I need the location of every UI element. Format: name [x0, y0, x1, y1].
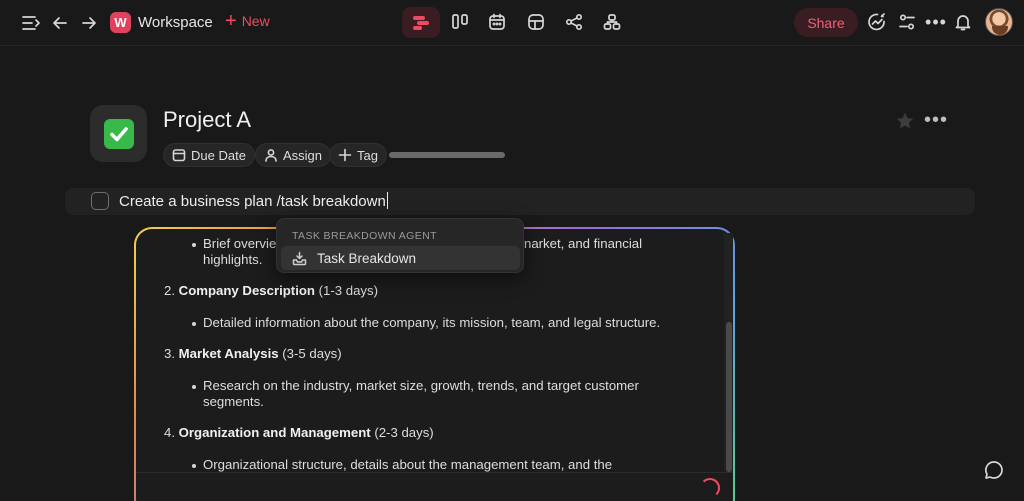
bullet-dot [192, 243, 196, 247]
item-duration: (1-3 days) [318, 283, 379, 298]
workspace-badge[interactable]: W [110, 12, 131, 33]
bullet-dot [192, 464, 196, 468]
analytics-icon[interactable] [867, 12, 887, 32]
check-mark-icon [103, 118, 134, 149]
item-duration: (2-3 days) [374, 425, 434, 440]
text-caret [386, 192, 388, 209]
bullet-text: Brief overvie [203, 236, 277, 251]
bullet-text: segments. [203, 394, 264, 409]
bullet-dot [192, 385, 196, 389]
tag-label: Tag [357, 147, 378, 163]
plus-icon: + [225, 10, 237, 32]
bullet-text: Organizational structure, details about … [203, 457, 613, 472]
bell-icon[interactable] [953, 12, 973, 32]
new-button[interactable]: + New [225, 10, 270, 32]
item-title: Market Analysis [178, 346, 279, 361]
more-icon[interactable]: ••• [925, 12, 946, 32]
bullet-text: Detailed information about the company, … [203, 315, 661, 330]
calendar-icon [172, 149, 186, 162]
inbox-download-icon [292, 251, 307, 265]
task-text: Create a business plan /task breakdown [119, 193, 386, 210]
top-bar: W Workspace + New Share ••• [0, 0, 1024, 46]
project-more-icon[interactable]: ••• [924, 110, 948, 130]
workspace-name[interactable]: Workspace [138, 14, 213, 31]
filter-settings-icon[interactable] [897, 12, 917, 32]
ai-panel-divider [136, 472, 733, 473]
assign-chip[interactable]: Assign [255, 143, 332, 167]
loading-spinner-icon [700, 478, 720, 498]
forward-arrow-icon[interactable] [80, 13, 98, 33]
agent-dropdown: TASK BREAKDOWN AGENT Task Breakdown [276, 218, 524, 273]
item-number: 2. [164, 283, 175, 298]
plus-icon [338, 148, 352, 162]
task-breakdown-label: Task Breakdown [317, 250, 417, 266]
project-progress-bar [389, 152, 505, 158]
project-title[interactable]: Project A [163, 107, 251, 133]
hierarchy-icon[interactable] [602, 12, 622, 32]
bullet-text: highlights. [203, 252, 263, 267]
dropdown-heading: TASK BREAKDOWN AGENT [292, 230, 437, 242]
task-breakdown-option[interactable]: Task Breakdown [281, 246, 520, 270]
bullet-dot [192, 322, 196, 326]
user-avatar[interactable] [985, 8, 1013, 36]
breakdown-item-3: 3. Market Analysis (3-5 days) [164, 346, 342, 361]
item-title: Company Description [178, 283, 315, 298]
star-icon[interactable] [895, 111, 915, 136]
project-progress-fill [389, 152, 505, 158]
chat-bubble-icon[interactable] [982, 458, 1006, 487]
project-emoji-icon[interactable] [90, 105, 147, 162]
mindmap-icon[interactable] [564, 12, 584, 32]
due-date-label: Due Date [191, 147, 246, 163]
person-icon [265, 149, 277, 162]
view-timeline-button[interactable] [402, 7, 440, 38]
ai-panel-scroll-thumb[interactable] [726, 322, 732, 472]
breakdown-item-2: 2. Company Description (1-3 days) [164, 283, 378, 298]
tag-chip[interactable]: Tag [329, 143, 387, 167]
new-label: New [241, 13, 270, 29]
board-icon[interactable] [450, 12, 470, 32]
item-duration: (3-5 days) [282, 346, 342, 361]
back-arrow-icon[interactable] [51, 13, 69, 33]
sidebar-toggle-icon[interactable] [21, 13, 41, 33]
table-icon[interactable] [526, 12, 546, 32]
item-number: 4. [164, 425, 175, 440]
bullet-text: narket, and financial [524, 236, 643, 251]
breakdown-item-4: 4. Organization and Management (2-3 days… [164, 425, 434, 440]
assign-label: Assign [283, 147, 323, 163]
due-date-chip[interactable]: Due Date [163, 143, 255, 167]
timeline-icon [413, 15, 429, 30]
share-button[interactable]: Share [794, 8, 858, 37]
item-title: Organization and Management [178, 425, 371, 440]
calendar-icon[interactable] [487, 12, 507, 32]
task-checkbox[interactable] [91, 192, 109, 210]
task-input[interactable]: Create a business plan /task breakdown [119, 192, 388, 210]
item-number: 3. [164, 346, 175, 361]
bullet-text: Research on the industry, market size, g… [203, 378, 639, 393]
